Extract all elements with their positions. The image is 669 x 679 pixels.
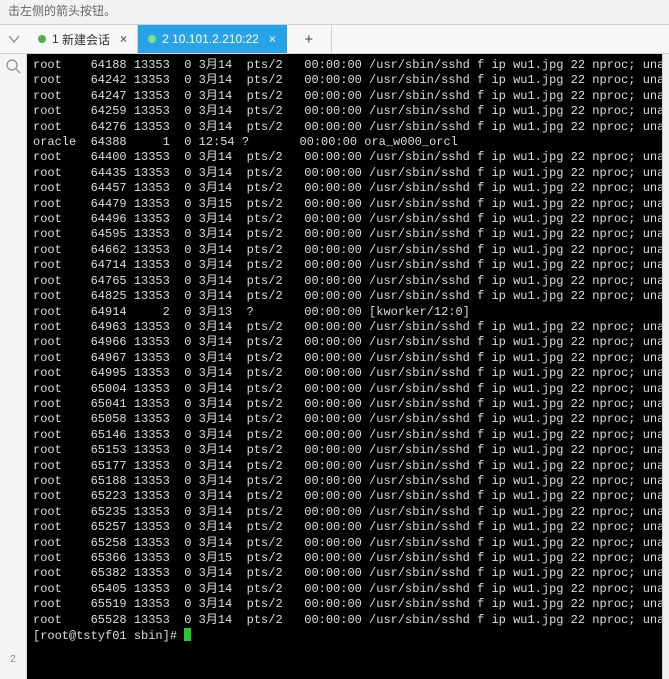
tab-bar: 1 新建会话 × 2 10.101.2.210:22 × + bbox=[0, 25, 669, 54]
process-row: root 64242 13353 0 3月14 pts/2 00:00:00 /… bbox=[33, 73, 656, 88]
tab-label: 新建会话 bbox=[62, 31, 110, 48]
close-icon[interactable]: × bbox=[120, 32, 127, 46]
new-tab-button[interactable]: + bbox=[287, 25, 332, 53]
process-row: root 65235 13353 0 3月14 pts/2 00:00:00 /… bbox=[33, 505, 656, 520]
tab-status-dot bbox=[38, 35, 46, 43]
gutter-bottom-number: 2 bbox=[10, 654, 16, 679]
process-row: root 64967 13353 0 3月14 pts/2 00:00:00 /… bbox=[33, 351, 656, 366]
process-row: root 65405 13353 0 3月14 pts/2 00:00:00 /… bbox=[33, 582, 656, 597]
process-row: root 65004 13353 0 3月14 pts/2 00:00:00 /… bbox=[33, 382, 656, 397]
process-row: root 65153 13353 0 3月14 pts/2 00:00:00 /… bbox=[33, 443, 656, 458]
process-row: root 64595 13353 0 3月14 pts/2 00:00:00 /… bbox=[33, 227, 656, 242]
hint-text: 击左侧的箭头按钮。 bbox=[8, 4, 116, 18]
prompt-text: [root@tstyf01 sbin]# bbox=[33, 629, 184, 643]
process-row: root 64995 13353 0 3月14 pts/2 00:00:00 /… bbox=[33, 366, 656, 381]
close-icon[interactable]: × bbox=[269, 32, 276, 46]
process-row: root 64963 13353 0 3月14 pts/2 00:00:00 /… bbox=[33, 320, 656, 335]
process-row: root 64457 13353 0 3月14 pts/2 00:00:00 /… bbox=[33, 181, 656, 196]
process-row: oracle 64388 1 0 12:54 ? 00:00:00 ora_w0… bbox=[33, 135, 656, 150]
tab-dropdown-icon[interactable] bbox=[8, 33, 20, 45]
process-row: root 65058 13353 0 3月14 pts/2 00:00:00 /… bbox=[33, 412, 656, 427]
process-row: root 64247 13353 0 3月14 pts/2 00:00:00 /… bbox=[33, 89, 656, 104]
process-row: root 64435 13353 0 3月14 pts/2 00:00:00 /… bbox=[33, 166, 656, 181]
process-row: root 65177 13353 0 3月14 pts/2 00:00:00 /… bbox=[33, 459, 656, 474]
process-row: root 64914 2 0 3月13 ? 00:00:00 [kworker/… bbox=[33, 305, 656, 320]
process-row: root 64479 13353 0 3月15 pts/2 00:00:00 /… bbox=[33, 197, 656, 212]
terminal-output[interactable]: root 64188 13353 0 3月14 pts/2 00:00:00 /… bbox=[27, 54, 662, 679]
tab-index: 2 bbox=[162, 32, 169, 46]
process-row: root 65382 13353 0 3月14 pts/2 00:00:00 /… bbox=[33, 566, 656, 581]
process-row: root 64966 13353 0 3月14 pts/2 00:00:00 /… bbox=[33, 335, 656, 350]
left-gutter: 2 bbox=[0, 54, 27, 679]
hint-bar: 击左侧的箭头按钮。 bbox=[0, 0, 669, 25]
tab-status-dot bbox=[148, 35, 156, 43]
process-row: root 64400 13353 0 3月14 pts/2 00:00:00 /… bbox=[33, 150, 656, 165]
process-row: root 64259 13353 0 3月14 pts/2 00:00:00 /… bbox=[33, 104, 656, 119]
right-gutter bbox=[662, 54, 669, 679]
process-row: root 64496 13353 0 3月14 pts/2 00:00:00 /… bbox=[33, 212, 656, 227]
process-row: root 64188 13353 0 3月14 pts/2 00:00:00 /… bbox=[33, 58, 656, 73]
tab-index: 1 bbox=[52, 32, 59, 46]
process-row: root 65519 13353 0 3月14 pts/2 00:00:00 /… bbox=[33, 597, 656, 612]
process-row: root 64825 13353 0 3月14 pts/2 00:00:00 /… bbox=[33, 289, 656, 304]
process-row: root 65041 13353 0 3月14 pts/2 00:00:00 /… bbox=[33, 397, 656, 412]
process-row: root 64714 13353 0 3月14 pts/2 00:00:00 /… bbox=[33, 258, 656, 273]
process-row: root 64765 13353 0 3月14 pts/2 00:00:00 /… bbox=[33, 274, 656, 289]
process-row: root 65146 13353 0 3月14 pts/2 00:00:00 /… bbox=[33, 428, 656, 443]
shell-prompt[interactable]: [root@tstyf01 sbin]# bbox=[33, 628, 656, 644]
terminal-cursor bbox=[184, 628, 191, 641]
process-row: root 65188 13353 0 3月14 pts/2 00:00:00 /… bbox=[33, 474, 656, 489]
tab-ssh-session[interactable]: 2 10.101.2.210:22 × bbox=[138, 25, 287, 53]
process-row: root 64276 13353 0 3月14 pts/2 00:00:00 /… bbox=[33, 120, 656, 135]
process-row: root 65366 13353 0 3月15 pts/2 00:00:00 /… bbox=[33, 551, 656, 566]
tab-label: 10.101.2.210:22 bbox=[172, 32, 259, 46]
search-icon[interactable] bbox=[5, 58, 21, 74]
process-row: root 65528 13353 0 3月14 pts/2 00:00:00 /… bbox=[33, 613, 656, 628]
process-row: root 65257 13353 0 3月14 pts/2 00:00:00 /… bbox=[33, 520, 656, 535]
process-row: root 65223 13353 0 3月14 pts/2 00:00:00 /… bbox=[33, 489, 656, 504]
process-row: root 65258 13353 0 3月14 pts/2 00:00:00 /… bbox=[33, 536, 656, 551]
tab-new-session[interactable]: 1 新建会话 × bbox=[28, 25, 138, 53]
process-row: root 64662 13353 0 3月14 pts/2 00:00:00 /… bbox=[33, 243, 656, 258]
